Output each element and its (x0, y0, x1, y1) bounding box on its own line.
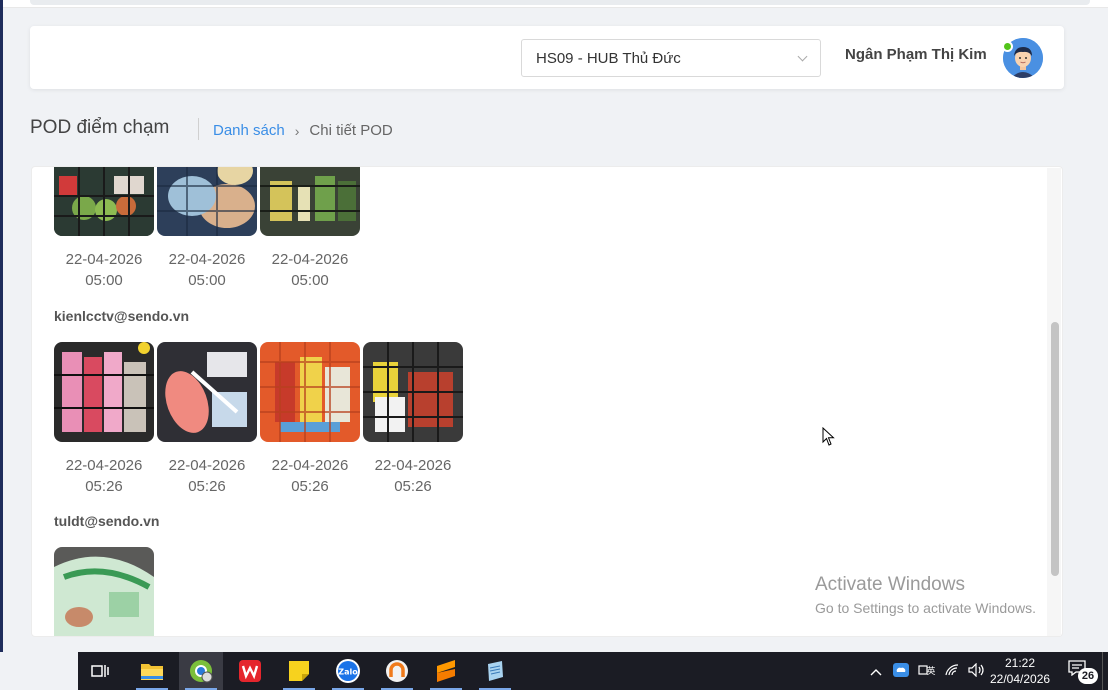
zalo-button[interactable]: Zalo (326, 652, 370, 690)
pod-photo[interactable] (54, 167, 154, 236)
sublime-icon (437, 660, 455, 682)
system-clock[interactable]: 21:22 22/04/2026 (990, 655, 1050, 687)
pod-detail-panel: 22-04-2026 05:00 22-04-2026 05:00 22-04-20… (31, 166, 1063, 637)
file-explorer-button[interactable] (130, 652, 174, 690)
photo-timestamp: 22-04-2026 05:00 (168, 251, 246, 289)
photo-timestamp: 22-04-2026 05:26 (168, 457, 246, 495)
chevron-up-icon[interactable] (870, 664, 882, 679)
app-orange-button[interactable] (375, 652, 419, 690)
orange-app-icon (386, 660, 408, 682)
title-divider (198, 118, 199, 140)
breadcrumb: Danh sách › Chi tiết POD (213, 122, 393, 139)
task-view-icon (91, 665, 109, 677)
chevron-down-icon (797, 51, 808, 61)
activate-windows-watermark: Activate Windows Go to Settings to activ… (815, 574, 1036, 616)
cloud-sync-icon[interactable] (892, 662, 910, 681)
wifi-icon[interactable] (944, 663, 960, 680)
browser-tab-strip (30, 0, 1090, 5)
svg-text:英: 英 (926, 665, 935, 677)
pod-photo[interactable] (260, 342, 360, 442)
page-title: POD điểm chạm (30, 117, 170, 138)
breadcrumb-list-link[interactable]: Danh sách (213, 122, 285, 139)
windows-taskbar: Zalo 英 21:22 22/04/2026 26 (78, 652, 1108, 690)
notification-count-badge: 26 (1078, 668, 1098, 684)
system-tray: 英 (870, 652, 986, 690)
pod-photo[interactable] (157, 342, 257, 442)
pod-photo[interactable] (157, 167, 257, 236)
sticky-notes-icon (289, 661, 309, 681)
svg-text:Zalo: Zalo (338, 668, 358, 677)
folder-icon (141, 664, 163, 680)
pod-photo[interactable] (363, 342, 463, 442)
sublime-text-button[interactable] (424, 652, 468, 690)
photo-timestamp: 22-04-2026 05:26 (271, 457, 349, 495)
photo-timestamp: 22-04-2026 05:00 (271, 251, 349, 289)
online-status-dot (1002, 41, 1013, 52)
pod-photo[interactable] (54, 342, 154, 442)
browser-profile-icon (190, 660, 213, 683)
photo-timestamp: 22-04-2026 05:26 (374, 457, 452, 495)
mouse-cursor-icon (822, 427, 835, 446)
sidebar-edge (0, 0, 3, 652)
wps-icon (239, 660, 261, 682)
app-header: HS09 - HUB Thủ Đức Ngân Phạm Thị Kim (30, 26, 1064, 89)
pod-group-user: tuldt@sendo.vn (54, 513, 160, 529)
ime-language-icon[interactable]: 英 (918, 663, 936, 680)
sticky-notes-button[interactable] (277, 652, 321, 690)
zalo-icon: Zalo (336, 659, 360, 683)
breadcrumb-separator: › (294, 122, 300, 139)
breadcrumb-current: Chi tiết POD (309, 122, 393, 139)
wps-office-button[interactable] (228, 652, 272, 690)
volume-icon[interactable] (968, 662, 986, 680)
pod-photo[interactable] (54, 547, 154, 636)
photo-timestamp: 22-04-2026 05:26 (65, 457, 143, 495)
chrome-profile-button[interactable] (179, 652, 223, 690)
user-name[interactable]: Ngân Phạm Thị Kim (845, 46, 987, 63)
show-desktop-button[interactable] (1102, 652, 1108, 690)
pod-group-user: kienlcctv@sendo.vn (54, 308, 190, 324)
task-view-button[interactable] (78, 652, 122, 690)
scrollbar-thumb[interactable] (1051, 322, 1059, 576)
notepad-icon (488, 661, 503, 681)
pod-photo[interactable] (260, 167, 360, 236)
browser-top-bar (0, 0, 1108, 8)
photo-timestamp: 22-04-2026 05:00 (65, 251, 143, 289)
notification-center-button[interactable]: 26 (1068, 660, 1098, 684)
hub-select[interactable]: HS09 - HUB Thủ Đức (521, 39, 821, 77)
notepad-button[interactable] (473, 652, 517, 690)
hub-select-value: HS09 - HUB Thủ Đức (536, 49, 681, 67)
